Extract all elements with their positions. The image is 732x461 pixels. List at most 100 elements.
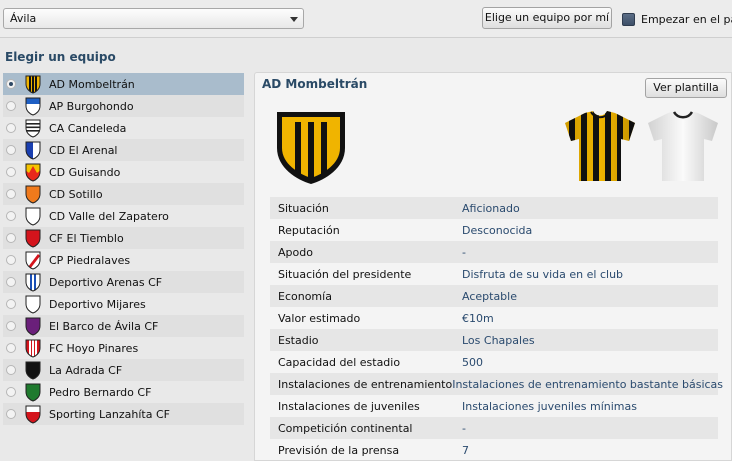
team-radio[interactable] (6, 365, 16, 375)
team-crest-icon (24, 229, 49, 248)
team-name: CD El Arenal (49, 143, 118, 157)
start-checkbox[interactable] (622, 13, 635, 26)
team-list-item[interactable]: AD Mombeltrán (3, 73, 244, 95)
info-row: Estadio Los Chapales (270, 329, 718, 351)
team-crest-icon (24, 163, 49, 182)
info-value: Desconocida (462, 223, 533, 237)
team-radio[interactable] (6, 277, 16, 287)
info-value: 7 (462, 443, 469, 457)
team-list-item[interactable]: Deportivo Arenas CF (3, 271, 244, 293)
info-value: Los Chapales (462, 333, 535, 347)
team-list-item[interactable]: Deportivo Mijares (3, 293, 244, 315)
start-checkbox-label: Empezar en el parc (641, 13, 732, 26)
info-row: Reputación Desconocida (270, 219, 718, 241)
team-list-item[interactable]: CD Sotillo (3, 183, 244, 205)
info-value: - (462, 421, 466, 435)
team-list-item[interactable]: Pedro Bernardo CF (3, 381, 244, 403)
choose-team-heading: Elegir un equipo (5, 50, 116, 64)
info-label: Reputación (278, 223, 340, 237)
team-name: CD Sotillo (49, 187, 103, 201)
team-radio[interactable] (6, 123, 16, 133)
team-detail-title: AD Mombeltrán (262, 77, 368, 91)
info-row: Competición continental - (270, 417, 718, 439)
info-value: 500 (462, 355, 483, 369)
team-radio[interactable] (6, 343, 16, 353)
info-label: Instalaciones de entrenamiento (278, 377, 453, 391)
info-row: Apodo - (270, 241, 718, 263)
team-crest-icon (24, 361, 49, 380)
team-name: CD Guisando (49, 165, 121, 179)
info-label: Capacidad del estadio (278, 355, 401, 369)
team-list-item[interactable]: AP Burgohondo (3, 95, 244, 117)
team-name: CA Candeleda (49, 121, 127, 135)
team-list: AD Mombeltrán AP Burgohondo CA Candeleda CD… (3, 73, 244, 425)
team-crest-icon (24, 295, 49, 314)
team-radio[interactable] (6, 79, 16, 89)
team-crest-icon (24, 185, 49, 204)
info-label: Situación del presidente (278, 267, 412, 281)
club-crest-icon (277, 112, 345, 184)
team-radio[interactable] (6, 211, 16, 221)
team-list-item[interactable]: CD Valle del Zapatero (3, 205, 244, 227)
team-name: Deportivo Mijares (49, 297, 146, 311)
team-radio[interactable] (6, 299, 16, 309)
chevron-down-icon (290, 17, 298, 22)
team-list-item[interactable]: El Barco de Ávila CF (3, 315, 244, 337)
info-value: - (462, 245, 466, 259)
info-label: Valor estimado (278, 311, 361, 325)
info-value: €10m (462, 311, 494, 325)
team-list-item[interactable]: CD Guisando (3, 161, 244, 183)
team-radio[interactable] (6, 145, 16, 155)
team-crest-icon (24, 273, 49, 292)
team-crest-icon (24, 75, 49, 94)
team-list-item[interactable]: Sporting Lanzahíta CF (3, 403, 244, 425)
team-name: CD Valle del Zapatero (49, 209, 169, 223)
info-row: Situación Aficionado (270, 197, 718, 219)
view-squad-button[interactable]: Ver plantilla (645, 78, 727, 98)
team-name: AP Burgohondo (49, 99, 134, 113)
info-row: Situación del presidente Disfruta de su v… (270, 263, 718, 285)
team-radio[interactable] (6, 321, 16, 331)
team-radio[interactable] (6, 167, 16, 177)
info-row: Capacidad del estadio 500 (270, 351, 718, 373)
team-name: Deportivo Arenas CF (49, 275, 163, 289)
team-crest-icon (24, 383, 49, 402)
team-list-item[interactable]: CP Piedralaves (3, 249, 244, 271)
team-list-item[interactable]: CA Candeleda (3, 117, 244, 139)
info-label: Previsión de la prensa (278, 443, 400, 457)
team-list-item[interactable]: La Adrada CF (3, 359, 244, 381)
team-radio[interactable] (6, 255, 16, 265)
info-label: Apodo (278, 245, 313, 259)
team-crest-icon (24, 405, 49, 424)
team-name: CF El Tiemblo (49, 231, 124, 245)
team-name: AD Mombeltrán (49, 77, 135, 91)
info-label: Competición continental (278, 421, 413, 435)
top-bar: Ávila Elige un equipo por mí Empezar en … (0, 0, 732, 38)
team-list-item[interactable]: FC Hoyo Pinares (3, 337, 244, 359)
team-name: La Adrada CF (49, 363, 123, 377)
team-radio[interactable] (6, 101, 16, 111)
team-crest-icon (24, 119, 49, 138)
team-crest-icon (24, 251, 49, 270)
info-row: Instalaciones de entrenamiento Instalacio… (270, 373, 723, 395)
team-crest-icon (24, 317, 49, 336)
team-name: Pedro Bernardo CF (49, 385, 152, 399)
team-radio[interactable] (6, 387, 16, 397)
team-crest-icon (24, 207, 49, 226)
team-radio[interactable] (6, 409, 16, 419)
info-row: Valor estimado €10m (270, 307, 718, 329)
team-crest-icon (24, 97, 49, 116)
team-info-table: Situación Aficionado Reputación Desconocida… (270, 197, 723, 461)
team-crest-icon (24, 339, 49, 358)
team-radio[interactable] (6, 189, 16, 199)
info-label: Instalaciones de juveniles (278, 399, 420, 413)
info-label: Situación (278, 201, 329, 215)
region-dropdown[interactable]: Ávila (3, 8, 304, 29)
pick-team-for-me-button[interactable]: Elige un equipo por mí (482, 7, 612, 29)
team-radio[interactable] (6, 233, 16, 243)
info-label: Estadio (278, 333, 319, 347)
team-list-item[interactable]: CF El Tiemblo (3, 227, 244, 249)
info-row: Economía Aceptable (270, 285, 718, 307)
team-detail-panel: AD Mombeltrán Ver plantilla Situación Af… (254, 72, 732, 461)
team-list-item[interactable]: CD El Arenal (3, 139, 244, 161)
